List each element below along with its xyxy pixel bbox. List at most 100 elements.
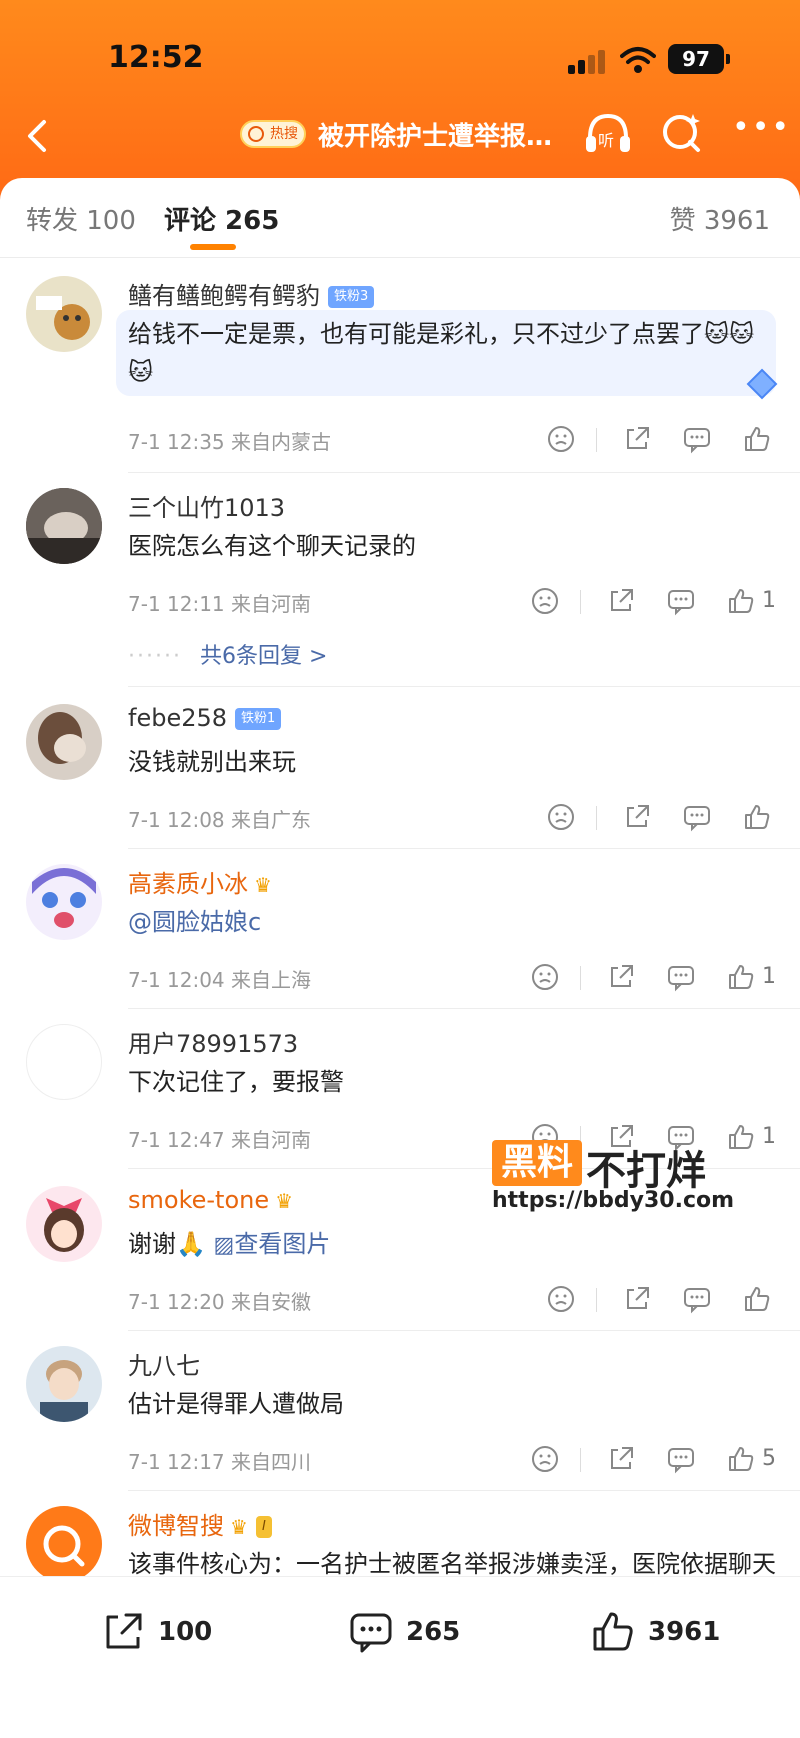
hot-search-badge[interactable]: 热搜 [240, 120, 306, 148]
like-count-total: 3961 [648, 1617, 721, 1647]
divider [596, 806, 597, 830]
comment-meta: 7-1 12:47 来自河南 [128, 1128, 312, 1152]
comment-text: 谢谢🙏 ▨查看图片 [128, 1230, 331, 1258]
watermark-url: https://bbdy30.com [492, 1188, 735, 1213]
dislike-icon[interactable] [546, 424, 578, 456]
avatar[interactable] [26, 1024, 102, 1100]
cellular-signal-icon [568, 50, 608, 74]
svg-text:听: 听 [598, 131, 614, 150]
share-icon[interactable] [622, 802, 654, 834]
crown-icon: ♛ [254, 873, 272, 897]
crown-icon: ♛ [230, 1515, 248, 1539]
dislike-icon[interactable] [546, 802, 578, 834]
reply-icon[interactable] [666, 1444, 698, 1476]
dislike-icon[interactable] [530, 962, 562, 994]
comment-meta: 7-1 12:35 来自内蒙古 [128, 430, 332, 454]
like-icon[interactable] [742, 424, 774, 456]
username[interactable]: 鳝有鳝鲍鳄有鳄豹 铁粉3 [128, 276, 375, 311]
page-title[interactable]: 被开除护士遭举报… [318, 116, 552, 153]
avatar[interactable] [26, 1186, 102, 1262]
reply-icon[interactable] [682, 424, 714, 456]
comment-meta: 7-1 12:11 来自河南 [128, 592, 312, 616]
share-icon[interactable] [622, 1284, 654, 1316]
view-image-link[interactable]: ▨查看图片 [214, 1230, 331, 1258]
like-count: 1 [762, 588, 776, 613]
avatar[interactable] [26, 276, 102, 352]
reply-icon[interactable] [666, 586, 698, 618]
avatar[interactable] [26, 864, 102, 940]
comment-actions: 1 [530, 962, 776, 996]
level-badge: I [255, 1516, 272, 1538]
avatar[interactable] [26, 488, 102, 564]
username[interactable]: 九八七 [128, 1346, 200, 1381]
avatar[interactable] [26, 704, 102, 780]
divider [128, 1490, 800, 1491]
avatar[interactable] [26, 1506, 102, 1582]
comment-meta: 7-1 12:20 来自安徽 [128, 1290, 312, 1314]
dislike-icon[interactable] [530, 586, 562, 618]
crown-icon: ♛ [275, 1189, 294, 1213]
like-icon[interactable] [726, 1122, 758, 1154]
like-count: 5 [762, 1446, 776, 1471]
like-count: 1 [762, 964, 776, 989]
share-icon[interactable] [622, 424, 654, 456]
comment-text: 下次记住了，要报警 [128, 1068, 344, 1096]
comment-text-line2: 🐱 [128, 358, 154, 386]
like-icon[interactable] [742, 1284, 774, 1316]
view-replies-link[interactable]: ······ 共6条回复 > [128, 638, 327, 670]
comment-meta: 7-1 12:08 来自广东 [128, 808, 312, 832]
image-icon: ▨ [213, 1233, 235, 1258]
like-icon[interactable] [742, 802, 774, 834]
dislike-icon[interactable] [530, 1444, 562, 1476]
comment-count: 265 [406, 1617, 461, 1647]
divider [128, 848, 800, 849]
dislike-icon[interactable] [546, 1284, 578, 1316]
comment-text: 估计是得罪人遭做局 [128, 1390, 344, 1418]
divider [128, 472, 800, 473]
share-icon[interactable] [606, 962, 638, 994]
username[interactable]: febe258 铁粉1 [128, 704, 282, 732]
share-icon[interactable] [606, 586, 638, 618]
divider [596, 1288, 597, 1312]
reply-icon[interactable] [666, 962, 698, 994]
tab-likes[interactable]: 赞 3961 [670, 200, 770, 237]
smart-search-icon[interactable] [660, 110, 704, 154]
username[interactable]: 用户78991573 [128, 1024, 298, 1059]
like-icon[interactable] [726, 1444, 758, 1476]
username[interactable]: 微博智搜 ♛ I [128, 1506, 272, 1541]
username[interactable]: smoke-tone ♛ [128, 1186, 293, 1214]
reply-icon[interactable] [682, 802, 714, 834]
tab-active-indicator [190, 244, 236, 250]
comment-meta: 7-1 12:04 来自上海 [128, 968, 312, 992]
status-bar: 12:52 97 [0, 36, 800, 86]
reply-icon[interactable] [682, 1284, 714, 1316]
nav-bar: 热搜 被开除护士遭举报… 听 ••• [0, 108, 800, 164]
username[interactable]: 高素质小冰 ♛ [128, 864, 272, 899]
avatar[interactable] [26, 1346, 102, 1422]
comment-actions: 5 [530, 1444, 776, 1478]
comment-actions [546, 802, 776, 836]
more-menu-icon[interactable]: ••• [732, 113, 789, 148]
tab-comments[interactable]: 评论 265 [164, 200, 279, 237]
comment-text: 医院怎么有这个聊天记录的 [128, 532, 416, 560]
comment-text: 没钱就别出来玩 [128, 748, 296, 776]
comment-text[interactable]: @圆脸姑娘c [128, 902, 261, 942]
divider [128, 686, 800, 687]
divider [580, 1448, 581, 1472]
bottom-action-bar: 100 265 3961 [0, 1576, 800, 1738]
divider [580, 966, 581, 990]
comment-panel: 转发 100 评论 265 赞 3961 [0, 178, 800, 1738]
comment-text: 给钱不一定是票，也有可能是彩礼，只不过少了点罢了🐱🐱 [128, 320, 755, 348]
battery-indicator: 97 [668, 44, 730, 74]
like-icon[interactable] [726, 586, 758, 618]
back-arrow-icon[interactable] [18, 114, 58, 158]
listen-icon[interactable]: 听 [582, 108, 634, 158]
share-icon[interactable] [606, 1444, 638, 1476]
like-icon[interactable] [726, 962, 758, 994]
divider [128, 1330, 800, 1331]
tab-repost[interactable]: 转发 100 [26, 200, 136, 237]
username[interactable]: 三个山竹1013 [128, 488, 285, 523]
fan-badge: 铁粉1 [235, 708, 282, 730]
comment-meta: 7-1 12:17 来自四川 [128, 1450, 312, 1474]
watermark-logo: 黑料 [492, 1140, 582, 1186]
